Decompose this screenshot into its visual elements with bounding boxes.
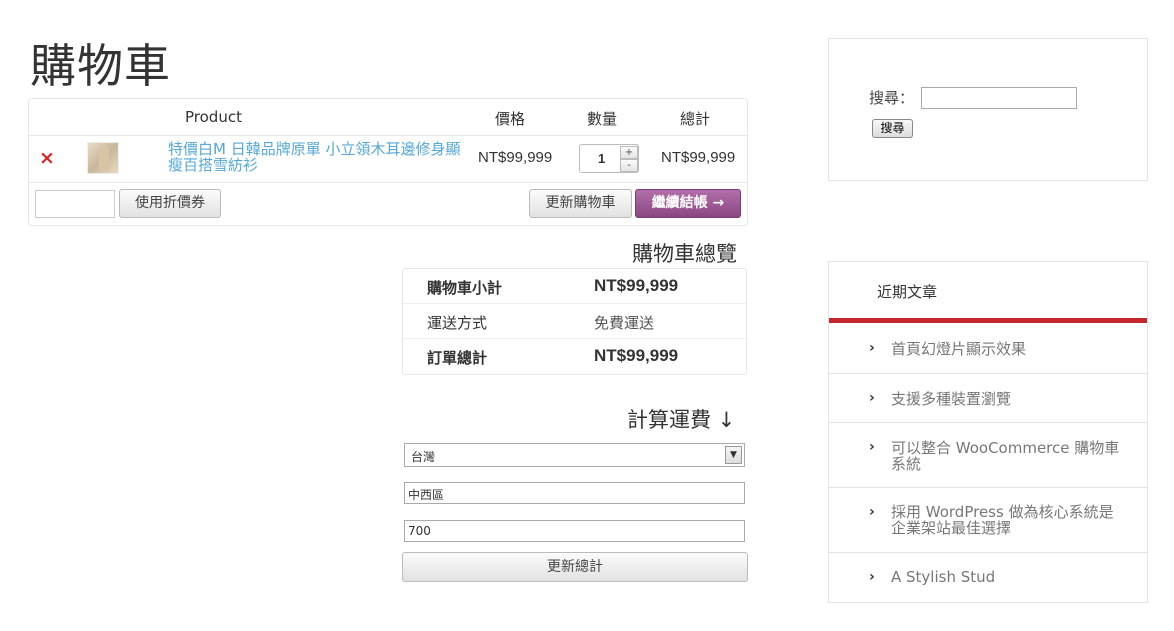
product-name-link[interactable]: 特價白M 日韓品牌原單 小立領木耳邊修身顯瘦百搭雪紡衫	[168, 141, 468, 173]
cart-actions: 使用折價券 更新購物車 繼續結帳 →	[29, 184, 747, 226]
city-field[interactable]: 中西區	[404, 482, 745, 504]
shipping-method-row: 運送方式 免費運送	[403, 304, 746, 339]
search-input[interactable]	[921, 87, 1077, 109]
cart-table-header: Product 價格 數量 總計	[29, 99, 747, 136]
search-label: 搜尋：	[869, 89, 915, 107]
header-total: 總計	[680, 110, 711, 128]
chevron-right-icon: ›	[869, 439, 875, 455]
cart-item-row: × 特價白M 日韓品牌原單 小立領木耳邊修身顯瘦百搭雪紡衫 NT$99,999 …	[29, 136, 747, 183]
recent-post-item[interactable]: › 支援多種裝置瀏覽	[829, 374, 1147, 423]
country-select[interactable]: 台灣 ▼	[404, 443, 745, 467]
search-widget: 搜尋： 搜尋	[828, 38, 1148, 181]
recent-post-item[interactable]: › 採用 WordPress 做為核心系統是企業架站最佳選擇	[829, 488, 1147, 553]
recent-post-link[interactable]: 採用 WordPress 做為核心系統是企業架站最佳選擇	[891, 504, 1121, 536]
recent-post-link[interactable]: A Stylish Stud	[891, 569, 1121, 585]
subtotal-value: NT$99,999	[594, 276, 679, 295]
order-total-label: 訂單總計	[427, 349, 488, 367]
recent-post-item[interactable]: › 可以整合 WooCommerce 購物車系統	[829, 423, 1147, 488]
recent-post-link[interactable]: 支援多種裝置瀏覽	[891, 391, 1121, 407]
coupon-input[interactable]	[35, 190, 115, 218]
shipping-method-value: 免費運送	[594, 314, 655, 332]
recent-post-item[interactable]: › 首頁幻燈片顯示效果	[829, 323, 1147, 374]
cart-totals-title: 購物車總覽	[632, 242, 737, 266]
cart-totals-table: 購物車小計 NT$99,999 運送方式 免費運送 訂單總計 NT$99,999	[402, 268, 747, 375]
search-button[interactable]: 搜尋	[872, 119, 913, 138]
update-cart-button[interactable]: 更新購物車	[529, 189, 632, 218]
header-price: 價格	[495, 110, 526, 128]
quantity-stepper[interactable]: 1 + -	[579, 144, 639, 173]
product-thumbnail[interactable]	[87, 142, 119, 174]
country-select-value: 台灣	[411, 450, 436, 464]
chevron-right-icon: ›	[869, 504, 875, 520]
recent-post-link[interactable]: 首頁幻燈片顯示效果	[891, 341, 1121, 357]
recent-posts-title: 近期文章	[877, 283, 938, 301]
chevron-right-icon: ›	[869, 569, 875, 585]
recent-posts-widget: 近期文章 › 首頁幻燈片顯示效果 › 支援多種裝置瀏覽 › 可以整合 WooCo…	[828, 261, 1148, 603]
order-total-value: NT$99,999	[594, 346, 679, 365]
chevron-right-icon: ›	[869, 340, 875, 356]
item-price: NT$99,999	[478, 149, 553, 166]
remove-item-icon[interactable]: ×	[39, 147, 55, 169]
checkout-button[interactable]: 繼續結帳 →	[635, 189, 741, 218]
postcode-field[interactable]: 700	[404, 520, 745, 542]
shipping-method-label: 運送方式	[427, 314, 488, 332]
header-quantity: 數量	[587, 110, 618, 128]
chevron-down-icon[interactable]: ▼	[725, 446, 742, 464]
quantity-value[interactable]: 1	[598, 151, 605, 166]
item-total: NT$99,999	[661, 149, 736, 166]
update-totals-button[interactable]: 更新總計	[402, 552, 748, 582]
order-total-row: 訂單總計 NT$99,999	[403, 339, 746, 374]
subtotal-label: 購物車小計	[427, 279, 503, 297]
cart-table: Product 價格 數量 總計 × 特價白M 日韓品牌原單 小立領木耳邊修身顯…	[28, 98, 748, 226]
quantity-decrease-button[interactable]: -	[620, 159, 638, 172]
header-product: Product	[185, 108, 242, 126]
subtotal-row: 購物車小計 NT$99,999	[403, 269, 746, 304]
quantity-increase-button[interactable]: +	[620, 146, 638, 159]
calculate-shipping-toggle[interactable]: 計算運費 ↓	[627, 404, 735, 434]
recent-post-item[interactable]: › A Stylish Stud	[829, 553, 1147, 602]
chevron-right-icon: ›	[869, 390, 875, 406]
page-title: 購物車	[30, 39, 171, 93]
recent-post-link[interactable]: 可以整合 WooCommerce 購物車系統	[891, 440, 1121, 472]
apply-coupon-button[interactable]: 使用折價券	[119, 189, 221, 218]
